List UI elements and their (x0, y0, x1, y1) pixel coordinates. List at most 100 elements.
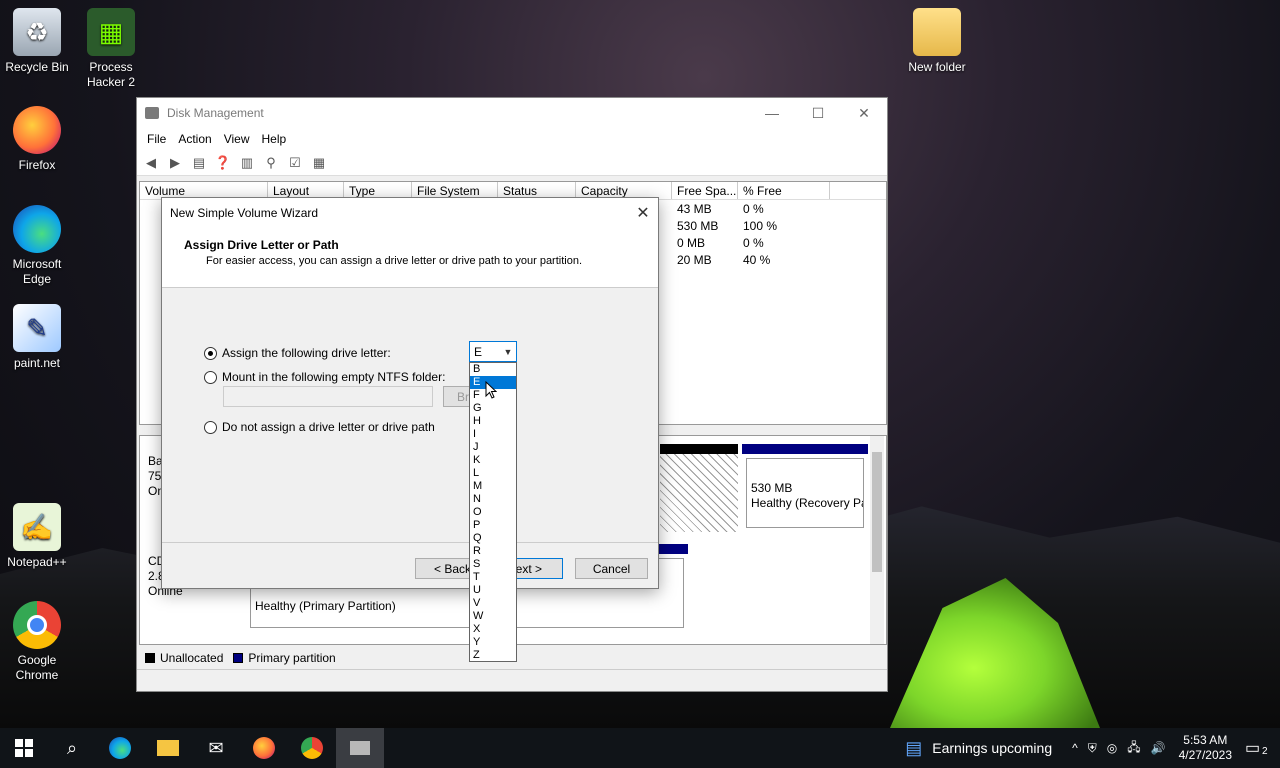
mount-folder-path-field[interactable] (223, 386, 433, 407)
desktop-icon-label: Recycle Bin (5, 60, 69, 74)
connect-icon[interactable]: ⚲ (261, 154, 281, 172)
unallocated-swatch (145, 653, 155, 663)
list-item[interactable]: Q (470, 532, 516, 545)
taskbar-firefox[interactable] (240, 728, 288, 768)
desktop-icon-notepad-plus-plus[interactable]: ✍ Notepad++ (0, 503, 74, 570)
taskbar-file-explorer[interactable] (144, 728, 192, 768)
clock[interactable]: 5:53 AM 4/27/2023 (1171, 733, 1240, 763)
maximize-button[interactable]: ☐ (795, 98, 841, 128)
desktop-icon-edge[interactable]: Microsoft Edge (0, 205, 74, 287)
desktop-icon-paint-net[interactable]: ✎ paint.net (0, 304, 74, 371)
list-item[interactable]: U (470, 584, 516, 597)
edge-icon (109, 737, 131, 759)
settings-icon[interactable]: ▦ (309, 154, 329, 172)
list-item[interactable]: N (470, 493, 516, 506)
mount-folder-option[interactable]: Mount in the following empty NTFS folder… (204, 370, 445, 384)
scrollbar-thumb[interactable] (872, 452, 882, 572)
chrome-icon (301, 737, 323, 759)
assign-letter-label: Assign the following drive letter: (222, 346, 391, 360)
desktop-icon-label: New folder (908, 60, 966, 74)
notification-center-icon[interactable]: ▭ 2 (1240, 738, 1280, 758)
taskbar-edge[interactable] (96, 728, 144, 768)
taskbar-chrome[interactable] (288, 728, 336, 768)
taskbar-mail[interactable]: ✉ (192, 728, 240, 768)
chevron-up-icon[interactable]: ^ (1067, 741, 1083, 755)
firefox-icon (13, 106, 61, 154)
close-icon[interactable]: ✕ (628, 203, 658, 223)
list-item[interactable]: G (470, 402, 516, 415)
list-item[interactable]: J (470, 441, 516, 454)
drive-letter-dropdown[interactable]: B E F G H I J K L M N O P Q R S T U V W … (469, 362, 517, 662)
list-item[interactable]: X (470, 623, 516, 636)
back-arrow-icon[interactable]: ◀ (141, 154, 161, 172)
recycle-bin-icon: ♻ (13, 8, 61, 56)
recovery-partition[interactable]: 530 MB Healthy (Recovery Pa (742, 444, 868, 532)
start-button[interactable] (0, 728, 48, 768)
desktop-icon-label: paint.net (13, 356, 61, 370)
list-item[interactable]: V (470, 597, 516, 610)
column-percent-free[interactable]: % Free (738, 182, 830, 199)
weather-icon[interactable]: ▤ (900, 738, 927, 759)
disk-management-icon (350, 741, 370, 755)
list-item[interactable]: K (470, 454, 516, 467)
list-item[interactable]: R (470, 545, 516, 558)
chrome-icon (13, 601, 61, 649)
mouse-cursor-icon (485, 381, 497, 399)
wizard-title: New Simple Volume Wizard (170, 206, 319, 220)
menu-action[interactable]: Action (172, 132, 217, 146)
wizard-title-bar: New Simple Volume Wizard ✕ (162, 198, 658, 228)
list-item[interactable]: I (470, 428, 516, 441)
wizard-heading: Assign Drive Letter or Path (184, 238, 339, 252)
disk-area-scrollbar[interactable] (870, 436, 884, 644)
menu-help[interactable]: Help (256, 132, 293, 146)
list-item[interactable]: M (470, 480, 516, 493)
properties-icon[interactable]: ▥ (237, 154, 257, 172)
weather-widget-label[interactable]: Earnings upcoming (927, 740, 1057, 756)
menu-view[interactable]: View (218, 132, 256, 146)
volume-icon[interactable]: 🔊 (1146, 741, 1171, 755)
window-title: Disk Management (167, 106, 264, 120)
list-item[interactable]: W (470, 610, 516, 623)
search-button[interactable]: ⌕ (48, 728, 96, 768)
help-icon[interactable]: ❓ (213, 154, 233, 172)
list-item[interactable]: B (470, 363, 516, 376)
assign-letter-radio[interactable] (204, 346, 217, 360)
desktop-icon-firefox[interactable]: Firefox (0, 106, 74, 173)
desktop-icon-label: Google Chrome (15, 653, 59, 682)
forward-arrow-icon[interactable]: ▶ (165, 154, 185, 172)
show-hide-tree-icon[interactable]: ▤ (189, 154, 209, 172)
column-free-space[interactable]: Free Spa... (672, 182, 738, 199)
menu-file[interactable]: File (141, 132, 172, 146)
no-letter-radio[interactable] (204, 420, 217, 434)
network-icon[interactable]: 🖧 (1122, 738, 1145, 759)
list-item[interactable]: S (470, 558, 516, 571)
drive-letter-combo[interactable]: E ▼ (469, 341, 517, 362)
desktop-icon-recycle-bin[interactable]: ♻ Recycle Bin (0, 8, 74, 75)
desktop-icon-new-folder[interactable]: New folder (900, 8, 974, 75)
close-button[interactable]: ✕ (841, 98, 887, 128)
shield-icon[interactable]: ⛨ (1083, 741, 1102, 756)
mount-folder-radio[interactable] (204, 370, 217, 384)
clock-date: 4/27/2023 (1178, 748, 1232, 762)
list-item[interactable]: L (470, 467, 516, 480)
list-item[interactable]: P (470, 519, 516, 532)
minimize-button[interactable]: — (749, 98, 795, 128)
checklist-icon[interactable]: ☑ (285, 154, 305, 172)
desktop-icon-process-hacker[interactable]: ▦ Process Hacker 2 (74, 8, 148, 90)
list-item[interactable]: T (470, 571, 516, 584)
taskbar-disk-management[interactable] (336, 728, 384, 768)
desktop-icon-label: Notepad++ (7, 555, 67, 569)
cancel-button[interactable]: Cancel (575, 558, 648, 579)
assign-letter-option[interactable]: Assign the following drive letter: (204, 346, 391, 360)
camera-icon[interactable]: ◎ (1102, 741, 1122, 755)
windows-logo-icon (15, 739, 33, 757)
list-item[interactable]: Z (470, 649, 516, 662)
list-item[interactable]: O (470, 506, 516, 519)
mount-folder-label: Mount in the following empty NTFS folder… (222, 370, 446, 384)
desktop-icon-chrome[interactable]: Google Chrome (0, 601, 74, 683)
unallocated-partition[interactable] (660, 444, 738, 532)
list-item[interactable]: Y (470, 636, 516, 649)
list-item[interactable]: H (470, 415, 516, 428)
percent-free-cell: 40 % (743, 253, 771, 267)
no-letter-option[interactable]: Do not assign a drive letter or drive pa… (204, 420, 435, 434)
